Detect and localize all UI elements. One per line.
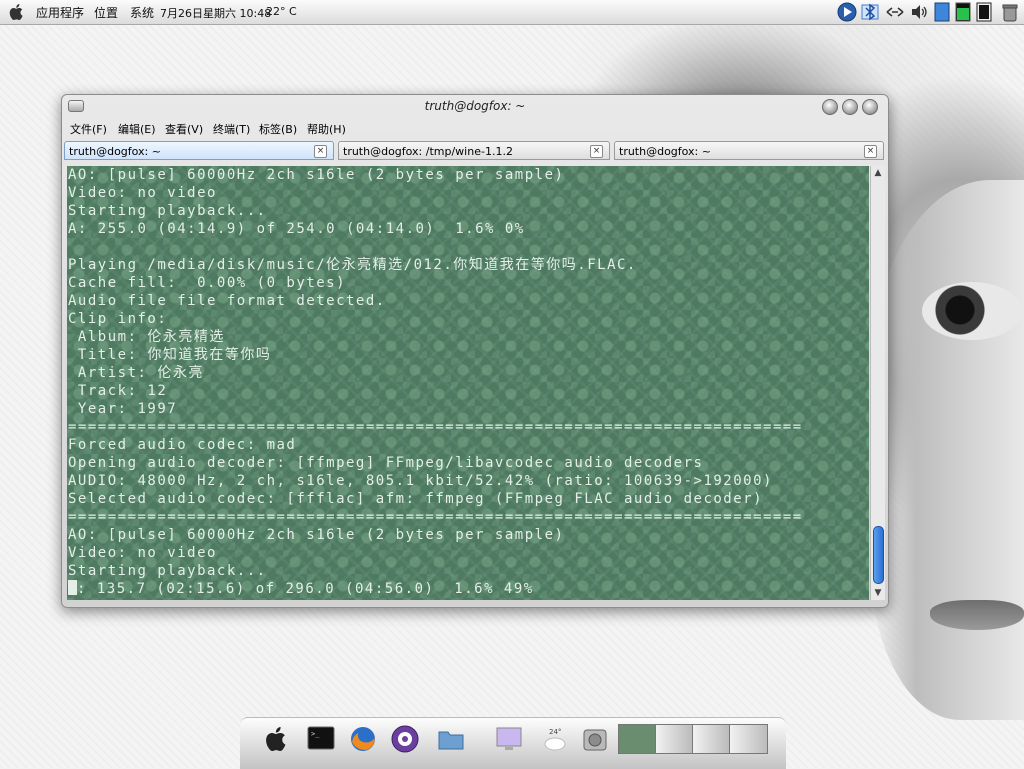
tab-label: truth@dogfox: /tmp/wine-1.1.2 [343,145,513,158]
network-icon[interactable] [884,2,906,22]
tab-wine[interactable]: truth@dogfox: /tmp/wine-1.1.2 × [338,141,610,160]
wallpaper-face [870,180,1024,720]
svg-text:>_: >_ [311,730,320,738]
terminal-window: truth@dogfox: ~ 文件(F) 编辑(E) 查看(V) 终端(T) … [61,94,889,608]
minimize-button[interactable] [822,99,838,115]
weather-icon[interactable]: 24° [540,724,570,754]
terminal-line: Opening audio decoder: [ffmpeg] FFmpeg/l… [68,455,704,471]
window-titlebar[interactable]: truth@dogfox: ~ [62,95,888,117]
menubar: 文件(F) 编辑(E) 查看(V) 终端(T) 标签(B) 帮助(H) [62,118,888,138]
workspace-4[interactable] [730,725,767,753]
dock: >_ 24° [240,717,786,769]
terminal-icon[interactable]: >_ [306,724,336,754]
tab-label: truth@dogfox: ~ [69,145,161,158]
monitor-icon[interactable] [494,724,524,754]
bluetooth-icon[interactable] [860,2,880,22]
menu-edit[interactable]: 编辑(E) [118,121,156,137]
workspace-switcher[interactable] [618,724,768,754]
close-button[interactable] [862,99,878,115]
terminal-line: Track: 12 [68,383,168,399]
terminal-status-line: : 135.7 (02:15.6) of 296.0 (04:56.0) 1.6… [77,581,534,597]
menu-terminal[interactable]: 终端(T) [213,121,250,137]
apple-icon[interactable] [262,724,292,754]
menu-applications[interactable]: 应用程序 [36,4,84,21]
terminal-line: Album: 伦永亮精选 [68,329,225,345]
terminal-line: ========================================… [68,419,803,435]
svg-text:24°: 24° [549,728,561,736]
workspace-1-icon[interactable] [934,2,950,22]
terminal-line: AUDIO: 48000 Hz, 2 ch, s16le, 805.1 kbit… [68,473,773,489]
menu-view[interactable]: 查看(V) [165,121,203,137]
trash-icon[interactable] [1000,2,1020,22]
clock[interactable]: 7月26日星期六 10:48 [160,5,271,21]
wallpaper-lips [930,600,1024,630]
workspace-2[interactable] [656,725,693,753]
terminal-line: Year: 1997 [68,401,178,417]
terminal-scrollbar[interactable]: ▲ ▼ [870,166,885,600]
top-panel: 应用程序 位置 系统 7月26日星期六 10:48 22° C [0,0,1024,25]
harddisk-icon[interactable] [580,724,610,754]
menu-help[interactable]: 帮助(H) [307,121,346,137]
tab-bar: truth@dogfox: ~ × truth@dogfox: /tmp/win… [64,141,886,163]
firefox-icon[interactable] [348,724,378,754]
terminal-line: Clip info: [68,311,168,327]
terminal-line: ========================================… [68,509,803,525]
terminal-line: Audio file file format detected. [68,293,386,309]
volume-icon[interactable] [910,2,928,22]
terminal-line: Title: 你知道我在等你吗 [68,347,272,363]
terminal-line: A: 255.0 (04:14.9) of 254.0 (04:14.0) 1.… [68,221,525,237]
tab-home-2[interactable]: truth@dogfox: ~ × [614,141,884,160]
window-menu-icon[interactable] [68,100,84,112]
terminal-line: Artist: 伦永亮 [68,365,204,381]
terminal-line: Cache fill: 0.00% (0 bytes) [68,275,347,291]
menu-tabs[interactable]: 标签(B) [259,121,297,137]
folder-icon[interactable] [436,724,466,754]
weather-applet[interactable]: 22° C [266,5,297,18]
terminal-line: Forced audio codec: mad [68,437,297,453]
wallpaper-eye [922,282,1022,340]
terminal-line: Starting playback... [68,563,267,579]
menu-file[interactable]: 文件(F) [70,121,107,137]
tab-home-1[interactable]: truth@dogfox: ~ × [64,141,334,160]
terminal-cursor [68,580,77,595]
terminal-line: Video: no video [68,185,217,201]
terminal-output[interactable]: AO: [pulse] 60000Hz 2ch s16le (2 bytes p… [67,166,869,600]
pidgin-icon[interactable] [390,724,420,754]
terminal-line: AO: [pulse] 60000Hz 2ch s16le (2 bytes p… [68,527,565,543]
scroll-up-icon[interactable]: ▲ [871,166,885,180]
menu-system[interactable]: 系统 [130,4,154,21]
maximize-button[interactable] [842,99,858,115]
window-title: truth@dogfox: ~ [424,99,526,113]
workspace-1[interactable] [619,725,656,753]
system-monitor-icon[interactable] [955,2,971,22]
terminal-line: Playing /media/disk/music/伦永亮精选/012.你知道我… [68,257,637,273]
scroll-thumb[interactable] [873,526,884,584]
terminal-line: AO: [pulse] 60000Hz 2ch s16le (2 bytes p… [68,167,565,183]
tab-close-icon[interactable]: × [590,145,603,158]
apple-menu-icon[interactable] [7,2,27,22]
tab-close-icon[interactable]: × [864,145,877,158]
menu-places[interactable]: 位置 [94,4,118,21]
workspace-2-icon[interactable] [976,2,992,22]
tab-label: truth@dogfox: ~ [619,145,711,158]
workspace-3[interactable] [693,725,730,753]
terminal-line: Selected audio codec: [ffflac] afm: ffmp… [68,491,764,507]
media-player-icon[interactable] [836,2,858,22]
terminal-line: Starting playback... [68,203,267,219]
terminal-line: Video: no video [68,545,217,561]
scroll-down-icon[interactable]: ▼ [871,586,885,600]
tab-close-icon[interactable]: × [314,145,327,158]
